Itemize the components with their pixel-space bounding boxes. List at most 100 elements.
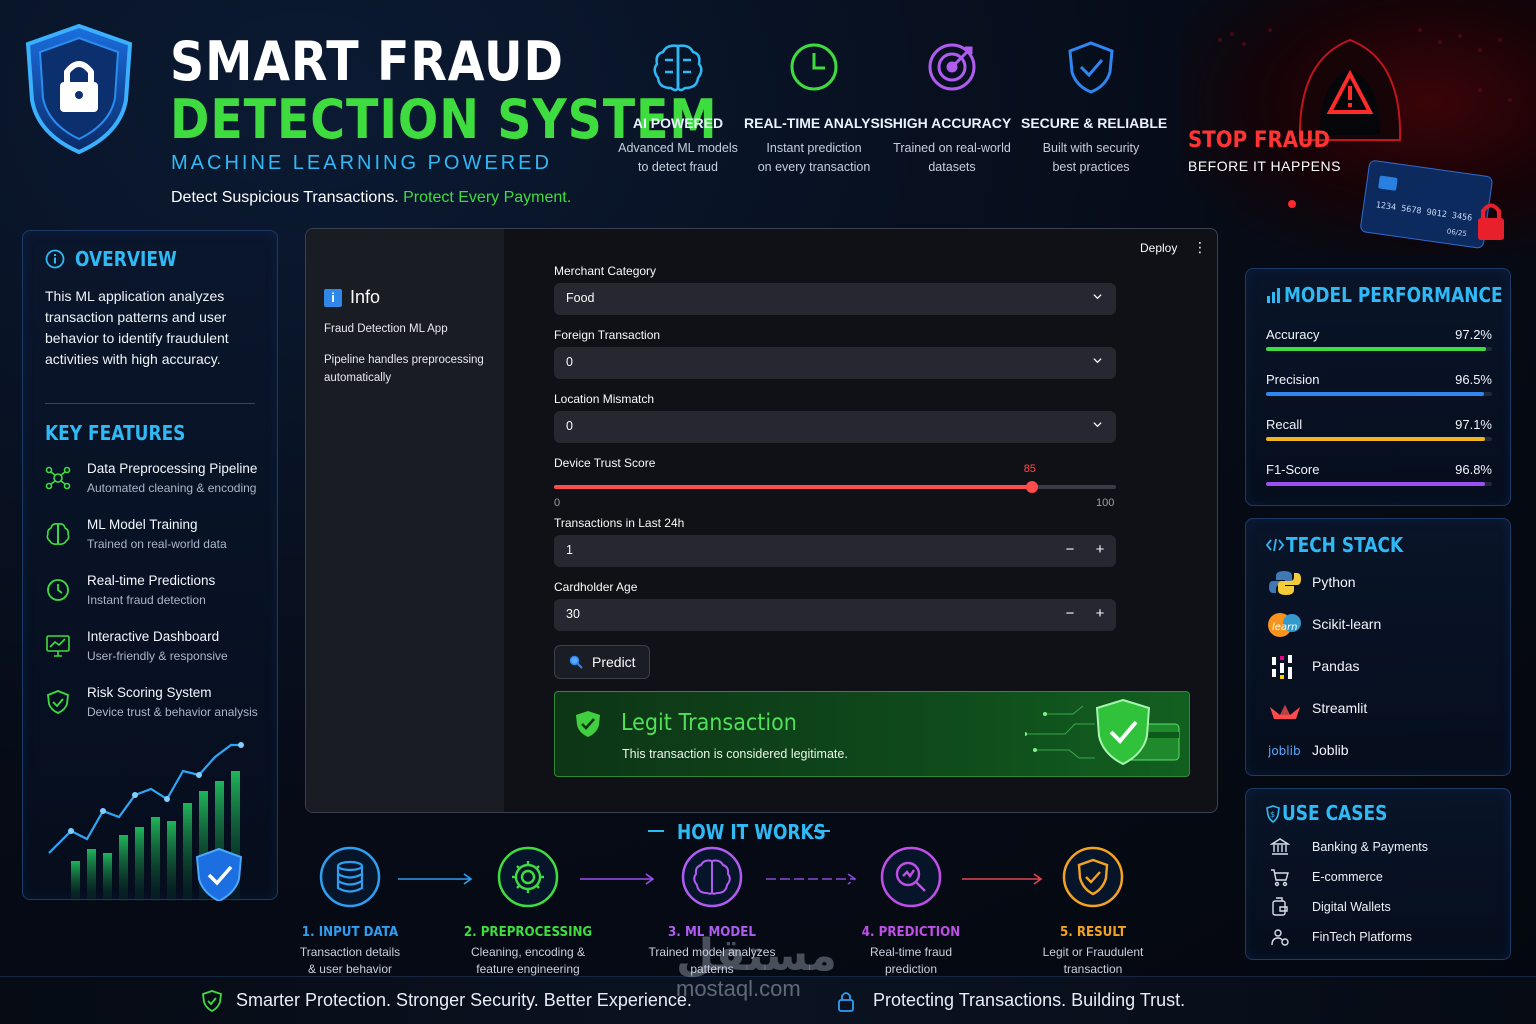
key-feature-item: ML Model Training Trained on real-world … <box>43 517 273 561</box>
key-features-heading: KEY FEATURES <box>45 421 186 445</box>
transactions-24h-input[interactable]: 1 − + <box>554 535 1116 567</box>
deploy-button[interactable]: Deploy <box>1140 241 1177 255</box>
chevron-down-icon <box>1093 358 1102 364</box>
increment-button[interactable]: + <box>1090 541 1110 558</box>
app-sidebar: i Info Fraud Detection ML App Pipeline ha… <box>306 229 504 812</box>
metric-row: Precision 96.5% <box>1266 372 1492 412</box>
key-feature-item: Data Preprocessing Pipeline Automated cl… <box>43 461 273 505</box>
bank-icon <box>1270 838 1290 855</box>
step-title: 4. PREDICTION <box>861 924 961 940</box>
feature-title: SECURE & RELIABLE <box>1021 115 1168 131</box>
secure-card-illustration <box>1025 698 1180 766</box>
monitor-chart-icon <box>46 635 70 657</box>
metric-value: 97.1% <box>1455 417 1492 432</box>
main-menu-button[interactable]: ⋮ <box>1193 239 1207 256</box>
growth-chart-illustration <box>48 742 244 901</box>
watermark-arabic: مستقل <box>676 931 837 980</box>
select-value: 0 <box>566 419 573 433</box>
foreign-transaction-label: Foreign Transaction <box>554 328 661 342</box>
key-feature-title: Risk Scoring System <box>87 685 212 700</box>
wallet-icon <box>1272 897 1288 916</box>
slider-fill <box>554 485 1032 489</box>
use-case-label: FinTech Platforms <box>1312 930 1413 944</box>
sidebar-info-heading: i Info <box>324 287 380 308</box>
slider-handle[interactable] <box>1025 481 1038 493</box>
use-case-item: FinTech Platforms <box>1270 927 1500 951</box>
brain-icon <box>681 846 743 908</box>
tech-item: learn Scikit-learn <box>1266 611 1496 641</box>
metric-bar-fill <box>1266 437 1486 441</box>
target-icon <box>928 43 976 91</box>
select-value: Food <box>566 291 595 305</box>
app-window: i Info Fraud Detection ML App Pipeline ha… <box>305 228 1218 813</box>
feature-desc-line2: to detect fraud <box>638 160 718 174</box>
use-case-item: Banking & Payments <box>1270 837 1500 861</box>
use-case-item: Digital Wallets <box>1270 897 1500 921</box>
key-feature-desc: Automated cleaning & encoding <box>87 481 257 495</box>
key-feature-title: Data Preprocessing Pipeline <box>87 461 258 476</box>
step-desc-line1: Legit or Fraudulent <box>1042 945 1144 959</box>
scikit-learn-icon: learn <box>1268 613 1301 637</box>
page-subtitle: MACHINE LEARNING POWERED <box>171 152 552 174</box>
merchant-category-label: Merchant Category <box>554 264 657 278</box>
stop-fraud-subtitle: BEFORE IT HAPPENS <box>1188 158 1341 174</box>
increment-button[interactable]: + <box>1090 605 1110 622</box>
tech-name: Pandas <box>1312 658 1360 674</box>
feature-title: AI POWERED <box>632 115 724 131</box>
metric-bar-track <box>1266 392 1492 396</box>
stop-fraud-title: STOP FRAUD <box>1188 128 1331 153</box>
transactions-24h-label: Transactions in Last 24h <box>554 516 685 530</box>
key-feature-item: Interactive Dashboard User-friendly & re… <box>43 629 273 673</box>
tech-item: joblib Joblib <box>1266 737 1496 767</box>
location-mismatch-select[interactable]: 0 <box>554 411 1116 443</box>
metric-bar-track <box>1266 437 1492 441</box>
chevron-down-icon <box>1093 422 1102 428</box>
foreign-transaction-select[interactable]: 0 <box>554 347 1116 379</box>
use-cases-heading: USE CASES <box>1282 801 1388 825</box>
shield-check-icon <box>47 690 69 714</box>
feature-desc-line1: Built with security <box>1042 141 1140 155</box>
cardholder-age-input[interactable]: 30 − + <box>554 599 1116 631</box>
decrement-button[interactable]: − <box>1060 541 1080 558</box>
bar-chart-icon <box>1267 288 1280 303</box>
select-value: 0 <box>566 355 573 369</box>
info-icon: i <box>324 289 342 307</box>
key-feature-desc: Trained on real-world data <box>87 537 227 551</box>
metric-name: Precision <box>1266 372 1320 387</box>
database-icon <box>319 846 381 908</box>
number-value: 1 <box>566 543 573 557</box>
brain-icon <box>653 44 703 92</box>
overview-heading: OVERVIEW <box>75 247 177 271</box>
heading-rule <box>814 830 830 832</box>
watermark-url: mostaql.com <box>676 976 801 1001</box>
clock-icon <box>47 579 69 601</box>
feature-real-time: REAL-TIME ANALYSIS Instant prediction on … <box>744 38 893 177</box>
merchant-category-select[interactable]: Food <box>554 283 1116 315</box>
step-title: 1. INPUT DATA <box>301 924 399 940</box>
metric-row: Recall 97.1% <box>1266 417 1492 457</box>
feature-ai-powered: AI POWERED Advanced ML models to detect f… <box>608 38 748 177</box>
feature-desc-line1: Trained on real-world <box>893 141 1011 155</box>
metric-row: Accuracy 97.2% <box>1266 327 1492 367</box>
heading-rule <box>648 830 664 832</box>
model-performance-panel: MODEL PERFORMANCE Accuracy 97.2% Precisi… <box>1245 268 1511 506</box>
footer-slogan-right: Protecting Transactions. Building Trust. <box>873 990 1186 1010</box>
step-desc-line1: Transaction details <box>299 945 401 959</box>
slider-max-label: 100 <box>1096 497 1115 509</box>
shield-check-icon <box>576 711 600 737</box>
device-trust-slider[interactable]: 85 <box>554 463 1116 493</box>
shield-dollar-icon: $ <box>1266 805 1280 823</box>
sidebar-heading-label: Info <box>350 287 381 307</box>
predict-button[interactable]: Predict <box>554 645 650 679</box>
decrement-button[interactable]: − <box>1060 605 1080 622</box>
tech-item: Streamlit <box>1266 695 1496 725</box>
metric-bar-track <box>1266 347 1492 351</box>
pipeline-icon <box>45 466 71 490</box>
tech-name: Streamlit <box>1312 700 1368 716</box>
key-feature-item: Risk Scoring System Device trust & behav… <box>43 685 273 729</box>
predict-label: Predict <box>592 654 636 670</box>
workflow-step: 1. INPUT DATA Transaction details & user … <box>260 845 440 978</box>
key-feature-item: Real-time Predictions Instant fraud dete… <box>43 573 273 617</box>
workflow-step: 4. PREDICTION Real-time fraud prediction <box>821 845 1001 978</box>
scikit-badge-text: learn <box>1272 622 1298 633</box>
